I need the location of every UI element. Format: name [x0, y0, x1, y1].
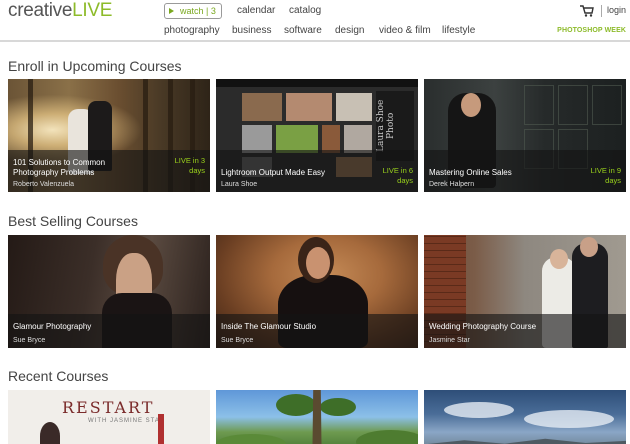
- best-selling-section-title: Best Selling Courses: [8, 213, 138, 229]
- course-title: 101 Solutions to Common Photography Prob…: [13, 158, 106, 177]
- course-author: Laura Shoe: [221, 181, 258, 188]
- site-logo[interactable]: creativeLIVE: [8, 0, 112, 22]
- recent-course-card[interactable]: RESTART WITH JASMINE STAR: [8, 390, 210, 444]
- nav-design[interactable]: design: [335, 25, 364, 36]
- nav-photography[interactable]: photography: [164, 25, 220, 36]
- logo-text-live: LIVE: [72, 0, 113, 21]
- site-header: creativeLIVE watch | 3 calendar catalog …: [0, 0, 630, 42]
- logo-text-creative: creative: [8, 0, 73, 21]
- nav-business[interactable]: business: [232, 25, 271, 36]
- course-author: Jasmine Star: [429, 337, 470, 344]
- course-title: Lightroom Output Made Easy: [221, 168, 326, 177]
- recent-course-card[interactable]: [424, 390, 626, 444]
- course-title: Inside The Glamour Studio: [221, 322, 317, 331]
- course-card[interactable]: Mastering Online Sales Derek Halpern LIV…: [424, 79, 626, 192]
- course-title: Mastering Online Sales: [429, 168, 512, 177]
- nav-video-film[interactable]: video & film: [379, 25, 431, 36]
- header-divider: [601, 5, 602, 17]
- recent-image-subtext: WITH JASMINE STAR: [88, 418, 166, 424]
- live-badge: LIVE in 3 days: [174, 156, 205, 175]
- course-author: Sue Bryce: [221, 337, 254, 344]
- course-title: Wedding Photography Course: [429, 322, 537, 331]
- nav-lifestyle[interactable]: lifestyle: [442, 25, 475, 36]
- recent-course-card[interactable]: [216, 390, 418, 444]
- login-link[interactable]: login: [607, 5, 626, 15]
- nav-software[interactable]: software: [284, 25, 322, 36]
- course-author: Sue Bryce: [13, 337, 46, 344]
- recent-section-title: Recent Courses: [8, 368, 109, 384]
- promo-link[interactable]: PHOTOSHOP WEEK: [557, 27, 626, 34]
- course-card[interactable]: Inside The Glamour Studio Sue Bryce: [216, 235, 418, 348]
- play-icon: [169, 8, 174, 14]
- cart-icon[interactable]: [580, 4, 594, 17]
- recent-image-text: RESTART: [62, 398, 155, 417]
- watch-label: watch | 3: [180, 6, 216, 16]
- course-card[interactable]: Laura Shoe Photo Lightroom Output Made E…: [216, 79, 418, 192]
- catalog-link[interactable]: catalog: [289, 5, 321, 16]
- course-author: Derek Halpern: [429, 181, 475, 188]
- course-card[interactable]: Wedding Photography Course Jasmine Star: [424, 235, 626, 348]
- course-card[interactable]: Glamour Photography Sue Bryce: [8, 235, 210, 348]
- course-title: Glamour Photography: [13, 322, 92, 331]
- live-badge: LIVE in 9 days: [590, 166, 621, 185]
- calendar-link[interactable]: calendar: [237, 5, 275, 16]
- course-card[interactable]: 101 Solutions to Common Photography Prob…: [8, 79, 210, 192]
- course-author: Roberto Valenzuela: [13, 181, 74, 188]
- watch-button[interactable]: watch | 3: [164, 3, 222, 19]
- live-badge: LIVE in 6 days: [382, 166, 413, 185]
- upcoming-section-title: Enroll in Upcoming Courses: [8, 58, 182, 74]
